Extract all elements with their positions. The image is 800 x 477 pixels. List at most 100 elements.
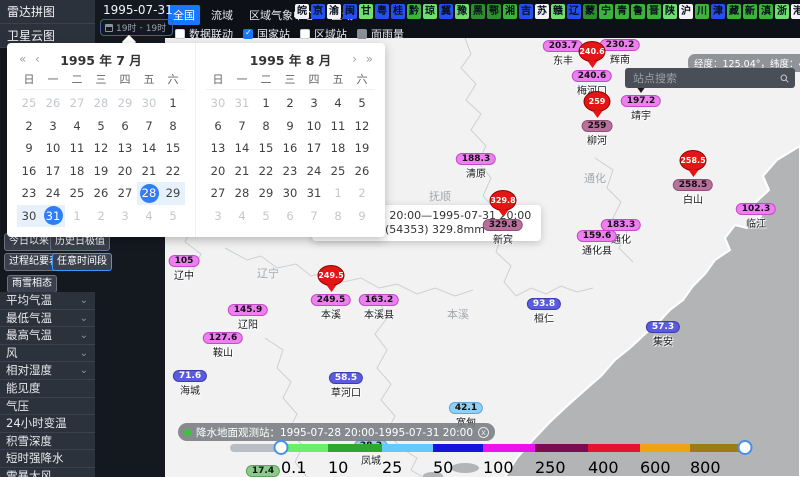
province-chip-渝[interactable]: 渝 — [327, 4, 341, 19]
selected-date[interactable]: 1995-07-31 — [103, 3, 173, 17]
quick-button-任意时间段[interactable]: 任意时间段 — [52, 253, 112, 271]
legend-close-icon[interactable]: x — [478, 427, 489, 438]
province-chip-黑[interactable]: 黑 — [471, 4, 485, 19]
checkbox-数据联动[interactable]: 数据联动 — [175, 26, 233, 42]
calendar-day-7[interactable]: 7 — [230, 115, 254, 138]
calendar-day-31[interactable]: 31 — [230, 92, 254, 115]
calendar-day-29[interactable]: 29 — [254, 182, 278, 205]
calendar-day-3[interactable]: 3 — [302, 92, 326, 115]
province-chip-青[interactable]: 青 — [615, 4, 629, 19]
checkbox-box[interactable] — [175, 29, 185, 39]
province-chip-闽[interactable]: 闽 — [343, 4, 357, 19]
province-chip-粤[interactable]: 粤 — [375, 4, 389, 19]
color-scale-slider[interactable] — [230, 444, 745, 452]
sidebar-item-气压[interactable]: 气压 — [0, 398, 95, 416]
calendar-day-24[interactable]: 24 — [302, 160, 326, 183]
sidebar-item-积雪深度[interactable]: 积雪深度 — [0, 433, 95, 451]
calendar-day-16[interactable]: 16 — [17, 160, 41, 183]
calendar-day-15[interactable]: 15 — [254, 137, 278, 160]
calendar-day-30[interactable]: 30 — [278, 182, 302, 205]
province-chip-京[interactable]: 京 — [311, 4, 325, 19]
search-input[interactable] — [631, 71, 780, 86]
province-chip-蒙[interactable]: 蒙 — [583, 4, 597, 19]
calendar-day-27[interactable]: 27 — [65, 92, 89, 115]
calendar-day-9[interactable]: 9 — [278, 115, 302, 138]
calendar-day-5[interactable]: 5 — [89, 115, 113, 138]
calendar-day-4[interactable]: 4 — [230, 205, 254, 228]
calendar-day-6[interactable]: 6 — [113, 115, 137, 138]
province-chip-琼[interactable]: 琼 — [423, 4, 437, 19]
next-year-icon[interactable]: » — [366, 51, 373, 67]
calendar-day-3[interactable]: 3 — [113, 205, 137, 228]
calendar-day-7[interactable]: 7 — [302, 205, 326, 228]
sidebar-item-最低气温[interactable]: 最低气温⌄ — [0, 310, 95, 328]
province-chip-黔[interactable]: 黔 — [407, 4, 421, 19]
calendar-day-28[interactable]: 28 — [89, 92, 113, 115]
checkbox-区域站[interactable]: 区域站 — [300, 26, 347, 42]
calendar-day-28[interactable]: 28 — [230, 182, 254, 205]
province-chip-冀[interactable]: 冀 — [439, 4, 453, 19]
calendar-day-6[interactable]: 6 — [206, 115, 230, 138]
calendar-day-19[interactable]: 19 — [350, 137, 374, 160]
sidebar-item-平均气温[interactable]: 平均气温⌄ — [0, 292, 95, 310]
province-chip-赣[interactable]: 赣 — [551, 4, 565, 19]
calendar-day-18[interactable]: 18 — [65, 160, 89, 183]
province-chip-吉[interactable]: 吉 — [519, 4, 533, 19]
time-range-input[interactable]: 19时 - 19时 — [100, 19, 173, 36]
calendar-day-25[interactable]: 25 — [65, 182, 89, 205]
nav-item-流域[interactable]: 流域 — [206, 5, 238, 25]
sidebar-item-最高气温[interactable]: 最高气温⌄ — [0, 327, 95, 345]
calendar-day-7[interactable]: 7 — [137, 115, 161, 138]
checkbox-面雨量[interactable]: 面雨量 — [357, 26, 404, 42]
calendar-day-29[interactable]: 29 — [161, 182, 185, 205]
calendar-day-2[interactable]: 2 — [278, 92, 302, 115]
province-chip-甘[interactable]: 甘 — [359, 4, 373, 19]
province-chip-辽[interactable]: 辽 — [567, 4, 581, 19]
calendar-day-13[interactable]: 13 — [206, 137, 230, 160]
calendar-day-8[interactable]: 8 — [161, 115, 185, 138]
calendar-day-6[interactable]: 6 — [278, 205, 302, 228]
calendar-day-1[interactable]: 1 — [254, 92, 278, 115]
search-icon[interactable] — [780, 72, 789, 85]
calendar-day-16[interactable]: 16 — [278, 137, 302, 160]
calendar-day-22[interactable]: 22 — [161, 160, 185, 183]
calendar-day-29[interactable]: 29 — [113, 92, 137, 115]
station-search-box[interactable] — [625, 68, 795, 88]
checkbox-国家站[interactable]: 国家站 — [243, 26, 290, 42]
calendar-day-27[interactable]: 27 — [113, 182, 137, 205]
slider-handle-min[interactable] — [274, 440, 289, 455]
checkbox-box[interactable] — [300, 29, 310, 39]
prev-month-icon[interactable]: ‹ — [35, 51, 40, 67]
province-chip-鄂[interactable]: 鄂 — [487, 4, 501, 19]
calendar-day-12[interactable]: 12 — [350, 115, 374, 138]
calendar-day-3[interactable]: 3 — [206, 205, 230, 228]
calendar-day-24[interactable]: 24 — [41, 182, 65, 205]
calendar-day-2[interactable]: 2 — [89, 205, 113, 228]
calendar-day-20[interactable]: 20 — [206, 160, 230, 183]
calendar-day-26[interactable]: 26 — [41, 92, 65, 115]
calendar-day-28[interactable]: 28 — [137, 182, 161, 205]
calendar-day-4[interactable]: 4 — [326, 92, 350, 115]
calendar-day-1[interactable]: 1 — [65, 205, 89, 228]
calendar-day-15[interactable]: 15 — [161, 137, 185, 160]
sidebar-item-相对湿度[interactable]: 相对湿度⌄ — [0, 362, 95, 380]
calendar-day-23[interactable]: 23 — [278, 160, 302, 183]
calendar-day-11[interactable]: 11 — [326, 115, 350, 138]
calendar-day-14[interactable]: 14 — [230, 137, 254, 160]
province-chip-桂[interactable]: 桂 — [391, 4, 405, 19]
calendar-day-25[interactable]: 25 — [17, 92, 41, 115]
calendar-day-10[interactable]: 10 — [302, 115, 326, 138]
calendar-day-10[interactable]: 10 — [41, 137, 65, 160]
province-chip-宁[interactable]: 宁 — [599, 4, 613, 19]
sidebar-item-能见度[interactable]: 能见度 — [0, 380, 95, 398]
calendar-day-17[interactable]: 17 — [302, 137, 326, 160]
calendar-day-17[interactable]: 17 — [41, 160, 65, 183]
calendar-day-1[interactable]: 1 — [161, 92, 185, 115]
province-chip-浙[interactable]: 浙 — [775, 4, 789, 19]
sidebar-item-雷达拼图[interactable]: 雷达拼图 — [0, 0, 95, 24]
province-chip-豫[interactable]: 豫 — [455, 4, 469, 19]
calendar-day-31[interactable]: 31 — [302, 182, 326, 205]
checkbox-box[interactable] — [357, 29, 367, 39]
province-chip-新[interactable]: 新 — [743, 4, 757, 19]
calendar-day-4[interactable]: 4 — [65, 115, 89, 138]
